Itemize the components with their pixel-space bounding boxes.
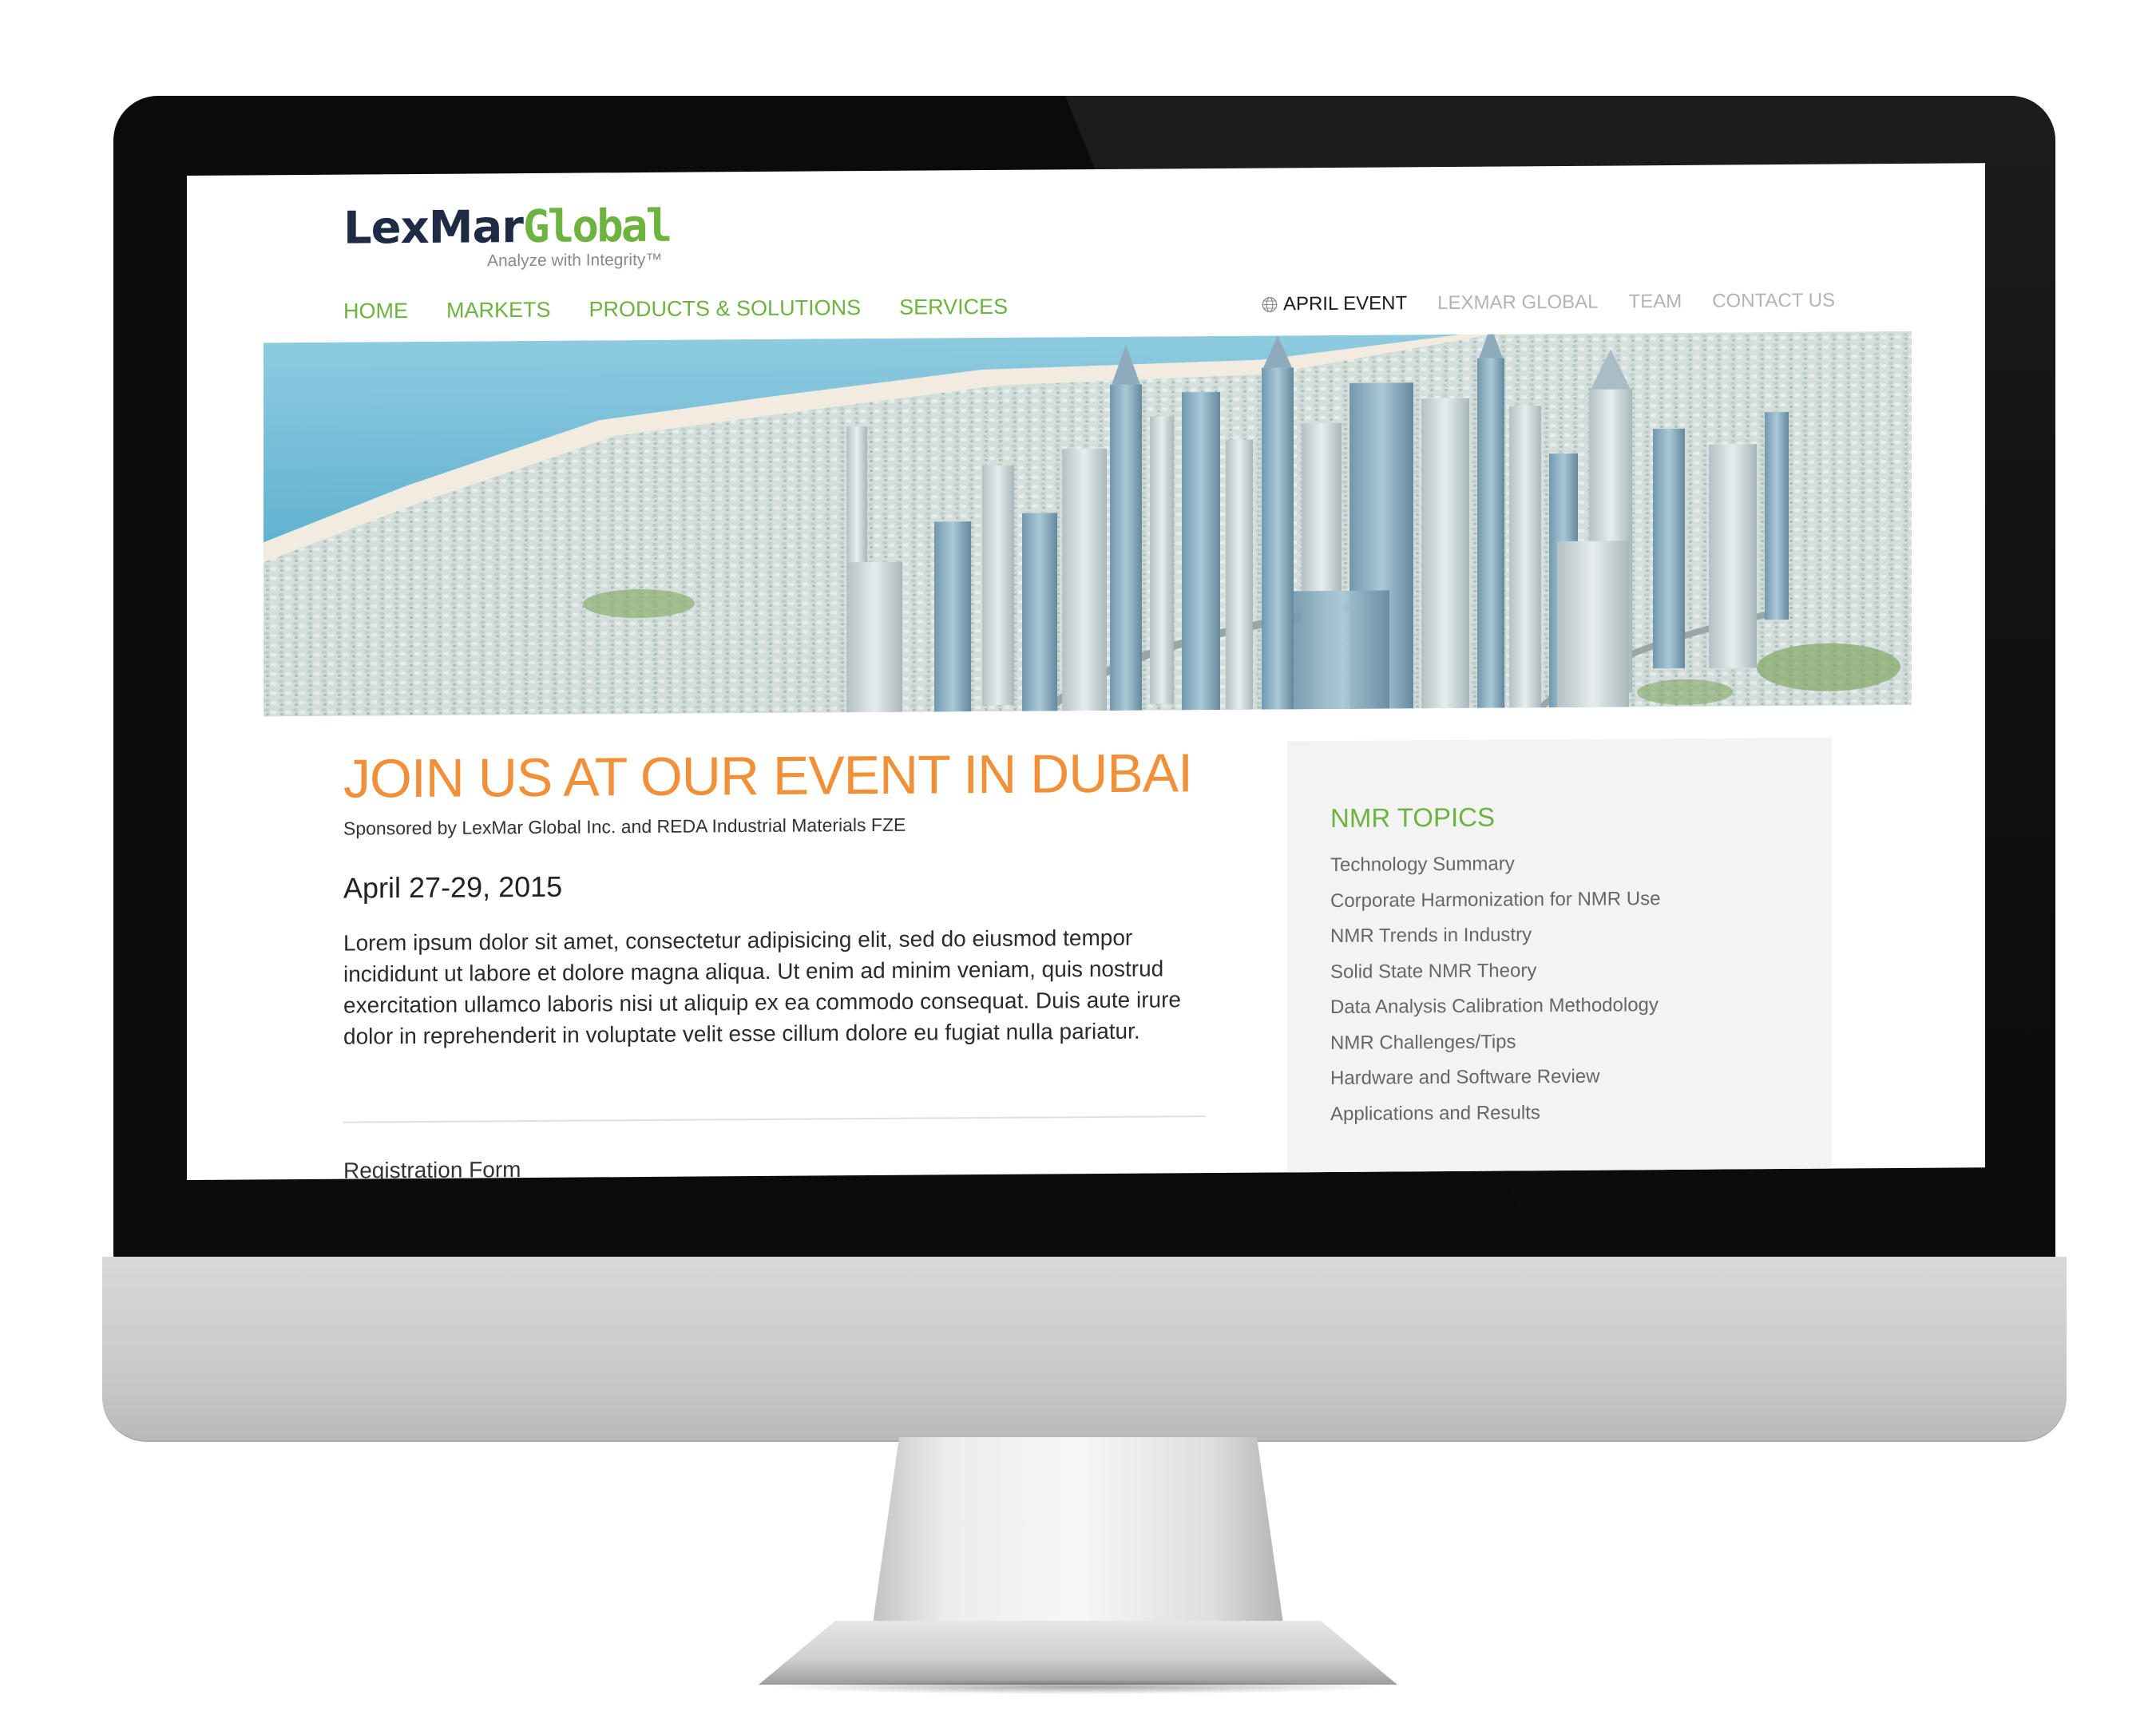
topics-list: Technology Summary Corporate Harmonizati… xyxy=(1330,846,1660,1132)
logo-lexmar: LexMar xyxy=(343,201,523,255)
main-navigation: HOME MARKETS PRODUCTS & SOLUTIONS SERVIC… xyxy=(343,295,1008,324)
utility-navigation: APRIL EVENT LEXMAR GLOBAL TEAM CONTACT U… xyxy=(1261,290,1835,316)
registration-form-link[interactable]: Registration Form xyxy=(343,1157,521,1180)
stand-shadow xyxy=(767,1680,1389,1694)
nav-home[interactable]: HOME xyxy=(343,299,408,324)
globe-icon xyxy=(1262,297,1278,312)
nav-services[interactable]: SERVICES xyxy=(899,295,1008,320)
event-sponsor: Sponsored by LexMar Global Inc. and REDA… xyxy=(343,814,906,839)
event-content: JOIN US AT OUR EVENT IN DUBAI Sponsored … xyxy=(343,742,1206,1075)
event-title: JOIN US AT OUR EVENT IN DUBAI xyxy=(343,743,1192,810)
topic-item[interactable]: NMR Trends in Industry xyxy=(1330,917,1660,954)
logo-tagline: Analyze with Integrity™ xyxy=(487,250,663,271)
hero-city-image xyxy=(264,331,1912,717)
topic-item[interactable]: Data Analysis Calibration Methodology xyxy=(1330,988,1660,1025)
topic-item[interactable]: Applications and Results xyxy=(1330,1095,1660,1132)
nav-products-solutions[interactable]: PRODUCTS & SOLUTIONS xyxy=(589,295,862,322)
event-date: April 27-29, 2015 xyxy=(343,869,563,905)
nav-lexmar-global[interactable]: LEXMAR GLOBAL xyxy=(1437,291,1598,315)
nav-april-event-label: APRIL EVENT xyxy=(1282,292,1408,315)
nmr-topics-sidebar: NMR TOPICS Technology Summary Corporate … xyxy=(1287,737,1832,1180)
nav-april-event[interactable]: APRIL EVENT xyxy=(1261,292,1407,315)
topic-item[interactable]: Hardware and Software Review xyxy=(1330,1059,1660,1096)
topic-item[interactable]: Corporate Harmonization for NMR Use xyxy=(1330,881,1660,919)
event-description: Lorem ipsum dolor sit amet, consectetur … xyxy=(343,925,1181,1049)
nav-contact-us[interactable]: CONTACT US xyxy=(1712,290,1835,313)
monitor-stand-neck xyxy=(872,1437,1284,1627)
nav-team[interactable]: TEAM xyxy=(1629,291,1682,313)
site-logo[interactable]: LexMarGlobal Analyze with Integrity™ xyxy=(343,200,670,271)
browser-screen: LexMarGlobal Analyze with Integrity™ HOM… xyxy=(187,163,1985,1180)
sidebar-title: NMR TOPICS xyxy=(1330,802,1495,834)
topic-item[interactable]: NMR Challenges/Tips xyxy=(1330,1024,1660,1061)
logo-global: Global xyxy=(522,200,671,254)
monitor-chin xyxy=(102,1257,2067,1440)
nav-markets[interactable]: MARKETS xyxy=(446,298,551,323)
monitor-stand-foot xyxy=(759,1621,1397,1685)
topic-item[interactable]: Solid State NMR Theory xyxy=(1330,953,1660,990)
content-divider xyxy=(343,1115,1206,1123)
topic-item[interactable]: Technology Summary xyxy=(1330,846,1660,883)
